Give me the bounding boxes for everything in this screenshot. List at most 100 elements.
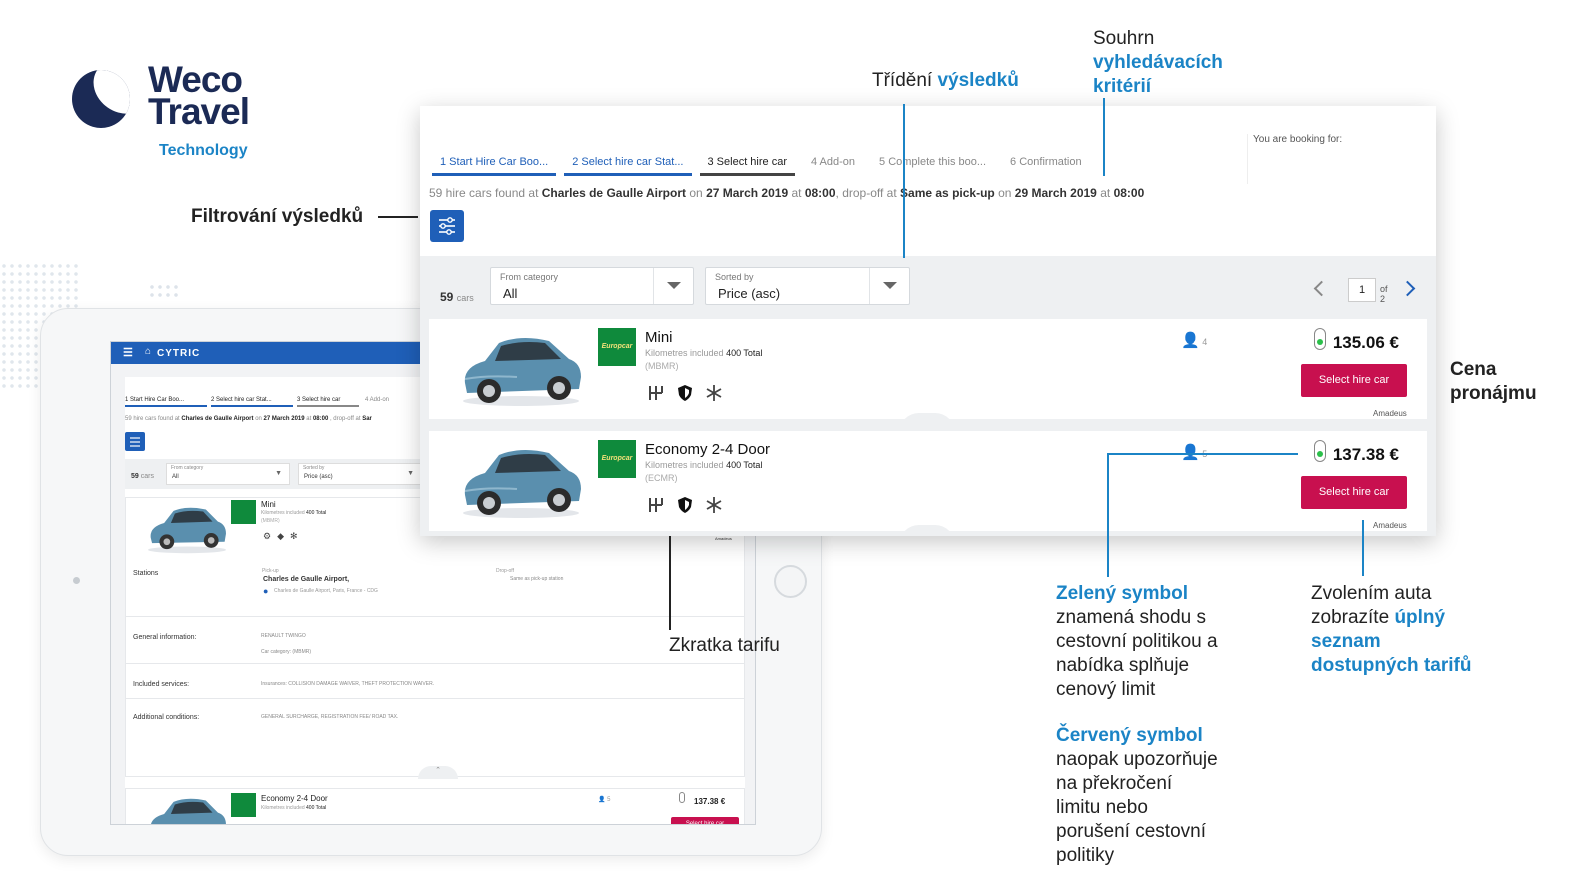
page-total: of 2 bbox=[1380, 284, 1388, 304]
seats-count: 👤 5 bbox=[1181, 443, 1207, 461]
pickup-name: Charles de Gaulle Airport, bbox=[263, 576, 350, 583]
step-addon: 4 Add-on bbox=[810, 156, 856, 168]
page-input[interactable]: 1 bbox=[1348, 278, 1376, 302]
insurance-shield-icon bbox=[678, 497, 692, 513]
logo-line2: Travel bbox=[148, 91, 250, 132]
sort-select[interactable]: Sorted by Price (asc) bbox=[705, 267, 910, 305]
select-hire-car-button[interactable]: Select hire car bbox=[1301, 476, 1407, 509]
tablet-category-select[interactable]: From category All ▼ bbox=[166, 463, 290, 485]
air-conditioning-icon bbox=[706, 497, 722, 513]
brand-name: CYTRIC bbox=[157, 348, 201, 359]
step-select-car[interactable]: 3 Select hire car bbox=[699, 154, 795, 176]
tablet-sort-select[interactable]: Sorted by Price (asc) ▼ bbox=[298, 463, 422, 485]
divider bbox=[126, 698, 744, 699]
tablet-car-card: Economy 2-4 Door Kilometres included 400… bbox=[125, 788, 745, 824]
search-summary: 59 hire cars found at Charles de Gaulle … bbox=[429, 186, 1145, 200]
divider bbox=[126, 616, 744, 617]
car-result-card[interactable]: Europcar Economy 2-4 Door Kilometres inc… bbox=[429, 431, 1427, 536]
annotation-line bbox=[1362, 520, 1364, 576]
insurance-shield-icon bbox=[678, 385, 692, 401]
car-name: Mini bbox=[261, 500, 276, 509]
weco-logo-text: Weco Travel bbox=[148, 61, 250, 132]
tablet-step-4: 4 Add-on bbox=[365, 397, 390, 403]
chevron-down-icon: ▼ bbox=[407, 470, 414, 477]
source-label: Amadeus bbox=[715, 536, 732, 541]
booking-for-box: You are booking for: bbox=[1247, 134, 1436, 184]
panel-header: 1 Start Hire Car Boo... 2 Select hire ca… bbox=[420, 106, 1436, 256]
collapse-chevron-icon[interactable]: ⌃ bbox=[418, 766, 458, 779]
stations-label: Stations bbox=[133, 570, 159, 577]
included-services-label: Included services: bbox=[133, 681, 190, 688]
manual-gearbox-icon bbox=[649, 498, 663, 512]
vendor-logo: Europcar bbox=[598, 328, 636, 366]
car-name: Mini bbox=[645, 329, 673, 346]
logo-subtitle: Technology bbox=[159, 142, 248, 159]
expand-tab[interactable] bbox=[899, 413, 955, 433]
seats-count: 👤 5 bbox=[598, 797, 611, 803]
car-km-included: Kilometres included 400 Total bbox=[645, 348, 763, 358]
step-start[interactable]: 1 Start Hire Car Boo... bbox=[432, 154, 557, 176]
air-conditioning-icon bbox=[706, 385, 722, 401]
menu-icon[interactable]: ☰ bbox=[123, 346, 133, 359]
tablet-step-3[interactable]: 3 Select hire car bbox=[297, 397, 359, 407]
car-image bbox=[151, 798, 226, 824]
pickup-label: Pick-up bbox=[262, 568, 279, 574]
annotation-search-summary: Souhrn vyhledávacích kritérií bbox=[1093, 28, 1223, 97]
policy-traffic-light-icon bbox=[679, 792, 685, 803]
step-select-station[interactable]: 2 Select hire car Stat... bbox=[564, 154, 692, 176]
tablet-summary: 59 hire cars found at Charles de Gaulle … bbox=[125, 416, 372, 422]
home-icon[interactable]: ⌂ bbox=[145, 346, 151, 357]
tablet-filter-button[interactable] bbox=[125, 432, 145, 451]
car-code: (ECMR) bbox=[645, 473, 678, 483]
expand-tab[interactable] bbox=[899, 525, 955, 536]
general-info-label: General information: bbox=[133, 634, 197, 641]
car-km: Kilometres included 400 Total bbox=[261, 805, 327, 811]
filter-button[interactable] bbox=[430, 210, 464, 242]
source-label: Amadeus bbox=[1373, 521, 1407, 530]
tablet-camera bbox=[73, 577, 80, 584]
tablet-step-2[interactable]: 2 Select hire car Stat... bbox=[211, 397, 293, 407]
category-select[interactable]: From category All bbox=[490, 267, 694, 305]
additional-conditions-value: GENERAL SURCHARGE, REGISTRATION FEE/ ROA… bbox=[261, 714, 399, 720]
source-label: Amadeus bbox=[1373, 409, 1407, 418]
annotation-line bbox=[1107, 453, 1109, 577]
car-image bbox=[463, 337, 581, 406]
general-info-value: RENAULT TWINGO bbox=[261, 633, 306, 639]
additional-conditions-label: Additional conditions: bbox=[133, 714, 200, 721]
annotation-line bbox=[1103, 98, 1105, 176]
person-icon: 👤 bbox=[1181, 332, 1200, 349]
policy-traffic-light-icon bbox=[1314, 328, 1326, 350]
tablet-count: 59 cars bbox=[131, 473, 154, 480]
car-price: 135.06 € bbox=[1332, 333, 1399, 352]
decorative-dots bbox=[148, 283, 178, 299]
annotation-price: Cena pronájmu bbox=[1450, 359, 1537, 404]
annotation-line bbox=[903, 104, 905, 258]
booking-steps: 1 Start Hire Car Boo... 2 Select hire ca… bbox=[432, 154, 1098, 176]
select-hire-car-button[interactable]: Select hire car bbox=[1301, 364, 1407, 397]
annotation-red-symbol: Červený symbol naopak upozorňuje na přek… bbox=[1056, 725, 1218, 866]
vendor-logo bbox=[231, 500, 256, 524]
tablet-home-button bbox=[774, 565, 807, 598]
car-image bbox=[148, 507, 226, 554]
tablet-car-card-expanded: Mini Kilometres included 400 Total (MBMR… bbox=[125, 497, 745, 779]
step-complete: 5 Complete this boo... bbox=[879, 156, 987, 168]
vendor-logo: Europcar bbox=[598, 440, 636, 478]
chevron-down-icon: ▼ bbox=[275, 470, 282, 477]
divider bbox=[126, 663, 744, 664]
car-code: (MBMR) bbox=[261, 518, 280, 524]
annotation-green-symbol: Zelený symbol znamená shodu s cestovní p… bbox=[1056, 583, 1218, 700]
weco-logo-mark bbox=[72, 70, 130, 128]
sliders-icon bbox=[439, 217, 455, 235]
vendor-logo bbox=[231, 793, 256, 817]
dropoff-value: Same as pick-up station bbox=[510, 576, 564, 582]
car-name: Economy 2-4 Door bbox=[261, 794, 328, 803]
annotation-line bbox=[1108, 453, 1298, 455]
car-result-card[interactable]: Europcar Mini Kilometres included 400 To… bbox=[429, 319, 1427, 433]
car-km: Kilometres included 400 Total bbox=[261, 510, 327, 516]
annotation-select-car: Zvolením auta zobrazíte úplný seznam dos… bbox=[1311, 583, 1472, 676]
tablet-step-1[interactable]: 1 Start Hire Car Boo... bbox=[125, 397, 207, 407]
select-hire-car-button[interactable]: Select hire car bbox=[671, 817, 739, 824]
step-confirmation: 6 Confirmation bbox=[1010, 156, 1082, 168]
car-price: 137.38 € bbox=[1332, 445, 1399, 464]
annotation-line bbox=[378, 216, 418, 218]
